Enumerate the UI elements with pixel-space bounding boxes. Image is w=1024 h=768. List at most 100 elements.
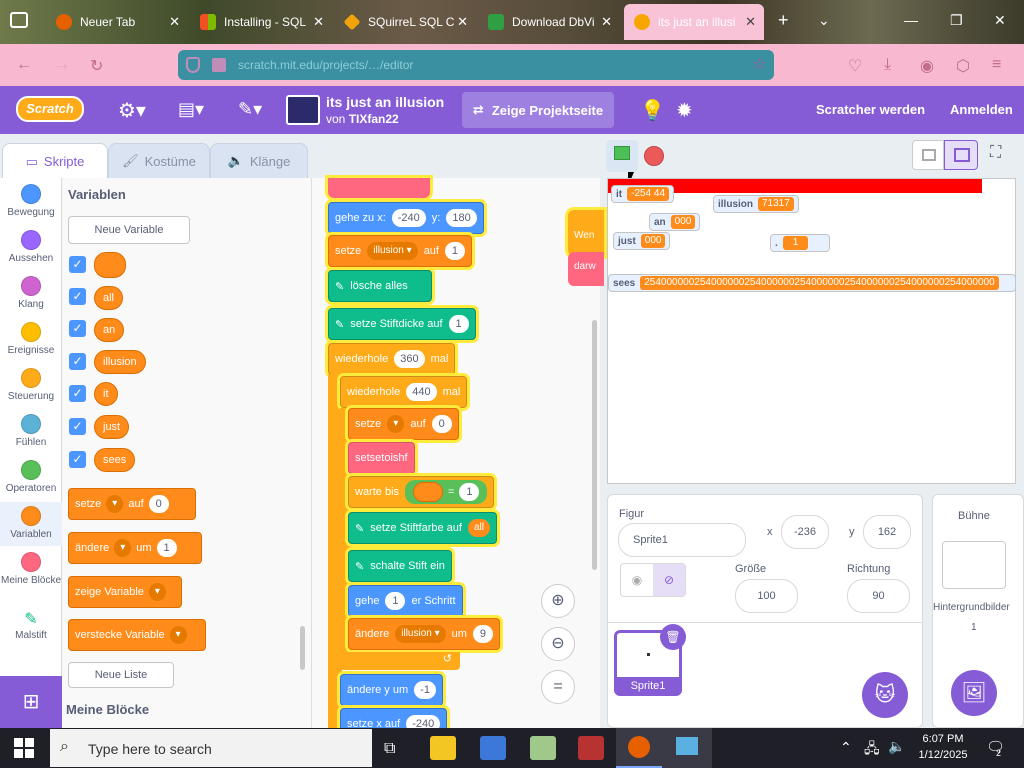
zoom-out-button[interactable]: ⊖ — [541, 627, 575, 661]
small-stage-button[interactable] — [912, 140, 944, 170]
monitor-just[interactable]: just 000 — [613, 232, 671, 250]
checkbox-illusion[interactable]: ✓ — [69, 353, 86, 370]
volume-icon[interactable]: 🔈 — [888, 738, 905, 755]
variable-reporter-sees[interactable]: sees — [94, 448, 136, 472]
category-looks[interactable]: Aussehen — [0, 230, 62, 264]
delete-sprite-button[interactable]: 🗑 — [660, 624, 686, 650]
browser-tab-2[interactable]: Installing - SQL ✕ — [190, 4, 332, 40]
set-variable-block[interactable]: setze illusion ▾ auf 1 — [328, 235, 472, 267]
variable-dropdown[interactable]: ▾ — [169, 626, 187, 644]
forward-arrow-icon[interactable]: → — [54, 56, 70, 74]
show-sprite-toggle[interactable]: ◉ ⊘ — [620, 563, 686, 597]
value-input[interactable]: 440 — [406, 383, 437, 401]
checkbox-sees[interactable]: ✓ — [69, 451, 86, 468]
add-sprite-button[interactable]: 🐱 — [862, 672, 908, 718]
offscreen-block-1[interactable]: Wen — [568, 210, 604, 256]
move-steps-block[interactable]: gehe 1 er Schritt — [348, 585, 463, 617]
close-window-icon[interactable]: ✕ — [994, 12, 1006, 29]
value-input[interactable]: 0 — [148, 495, 169, 513]
browser-tab-3[interactable]: SQuirreL SQL C ✕ — [334, 4, 476, 40]
new-tab-plus-icon[interactable]: + — [778, 10, 789, 31]
sign-in-link[interactable]: Anmelden — [950, 102, 1013, 117]
wait-until-block[interactable]: warte bis = 1 — [348, 476, 495, 508]
url-text[interactable]: scratch.mit.edu/projects/…/editor — [238, 58, 413, 72]
pen-down-block[interactable]: ✎ schalte Stift ein — [348, 550, 452, 582]
script-scrollbar[interactable] — [592, 320, 597, 570]
monitor-it[interactable]: it -254 44 — [611, 185, 675, 203]
windows-start-icon[interactable] — [14, 738, 34, 758]
debug-bug-icon[interactable]: ✹ — [676, 98, 693, 123]
pen-size-block[interactable]: ✎ setze Stiftdicke auf 1 — [328, 308, 476, 340]
monitor-illusion[interactable]: illusion 71317 — [713, 195, 799, 213]
task-view-icon[interactable]: ⧉ — [384, 740, 395, 758]
equals-operator[interactable]: = 1 — [405, 480, 488, 504]
category-sensing[interactable]: Fühlen — [0, 414, 62, 448]
value-input[interactable]: 0 — [431, 415, 452, 433]
file-menu-icon[interactable]: ▤▾ — [178, 99, 204, 120]
tray-chevron-icon[interactable]: ⌃ — [840, 739, 852, 756]
eye-icon[interactable]: ◉ — [621, 564, 653, 596]
show-variable-block[interactable]: zeige Variable ▾ — [68, 576, 182, 608]
variable-reporter-an[interactable]: an — [94, 318, 125, 342]
custom-block[interactable]: setsetoishf — [348, 442, 415, 474]
checkbox-just[interactable]: ✓ — [69, 418, 86, 435]
stage-thumbnail[interactable] — [942, 541, 1006, 589]
maximize-icon[interactable]: ❐ — [950, 12, 963, 29]
value-input[interactable]: 1 — [448, 315, 469, 333]
script-top-hat-block[interactable] — [328, 178, 430, 198]
new-list-button[interactable]: Neue Liste — [68, 662, 174, 688]
search-placeholder[interactable]: Type here to search — [88, 741, 212, 757]
x-input[interactable]: -240 — [391, 209, 426, 227]
variable-dropdown[interactable]: ▾ — [148, 583, 166, 601]
app-icon-computer[interactable] — [480, 736, 506, 760]
minimize-icon[interactable]: — — [904, 12, 918, 28]
value-input[interactable]: 1 — [444, 242, 465, 260]
see-project-page-button[interactable]: ⇄ Zeige Projektseite — [462, 92, 614, 128]
variable-reporter-all[interactable]: all — [94, 286, 124, 310]
category-events[interactable]: Ereignisse — [0, 322, 62, 356]
tab-sounds[interactable]: 🔈 Klänge — [210, 143, 308, 179]
repeat-block-inner[interactable]: wiederhole 440 mal — [340, 376, 468, 408]
settings-gear-icon[interactable]: ⚙▾ — [118, 98, 146, 123]
zoom-in-button[interactable]: ⊕ — [541, 584, 575, 618]
set-variable-block-2[interactable]: setze ▾ auf 0 — [348, 408, 459, 440]
goto-xy-block[interactable]: gehe zu x: -240 y: 180 — [328, 202, 484, 234]
category-sound[interactable]: Klang — [0, 276, 62, 310]
variable-dropdown[interactable]: illusion ▾ — [367, 242, 418, 260]
value-input[interactable]: 1 — [385, 592, 406, 610]
variable-reporter-blank[interactable] — [94, 252, 126, 278]
pen-clear-block[interactable]: ✎ lösche alles — [328, 270, 432, 302]
green-flag-button[interactable] — [606, 140, 638, 172]
variable-dropdown[interactable]: illusion ▾ — [395, 625, 446, 643]
category-operators[interactable]: Operatoren — [0, 460, 62, 494]
checkbox-it[interactable]: ✓ — [69, 385, 86, 402]
change-y-block[interactable]: ändere y um -1 — [340, 674, 443, 706]
value-input[interactable]: -1 — [414, 681, 436, 699]
offscreen-block-2[interactable]: darw — [568, 252, 604, 286]
fullscreen-icon[interactable]: ⛶ — [990, 144, 1001, 162]
category-motion[interactable]: Bewegung — [0, 184, 62, 218]
new-variable-button[interactable]: Neue Variable — [68, 216, 190, 244]
downloads-icon[interactable]: ⤓ — [884, 56, 891, 74]
pocket-icon[interactable]: ♡ — [848, 56, 862, 76]
browser-tab-1[interactable]: Neuer Tab ✕ — [46, 4, 188, 40]
variable-reporter-illusion[interactable]: illusion — [94, 350, 146, 374]
value-input[interactable]: 360 — [394, 350, 425, 368]
file-explorer-icon[interactable] — [430, 736, 456, 760]
variable-reporter-it[interactable]: it — [94, 382, 118, 406]
pen-color-block[interactable]: ✎ setze Stiftfarbe auf all — [348, 512, 497, 544]
repeat-block-outer[interactable]: wiederhole 360 mal — [328, 343, 456, 375]
variable-dropdown[interactable]: ▾ — [106, 495, 124, 513]
palette-scrollbar[interactable] — [300, 626, 305, 670]
eye-hidden-icon[interactable]: ⊘ — [653, 564, 685, 596]
close-icon[interactable]: ✕ — [169, 14, 180, 30]
variable-reporter[interactable]: all — [467, 519, 490, 537]
category-variables[interactable]: Variablen — [0, 502, 62, 546]
size-input[interactable]: 100 — [735, 579, 798, 613]
browser-tab-4[interactable]: Download DbVi ✕ — [478, 4, 620, 40]
browser-tab-5-active[interactable]: its just an illusi ✕ — [624, 4, 764, 40]
hide-variable-block[interactable]: verstecke Variable ▾ — [68, 619, 206, 651]
category-control[interactable]: Steuerung — [0, 368, 62, 402]
y-input[interactable]: 180 — [446, 209, 477, 227]
network-icon[interactable]: 🖧 — [864, 738, 880, 762]
